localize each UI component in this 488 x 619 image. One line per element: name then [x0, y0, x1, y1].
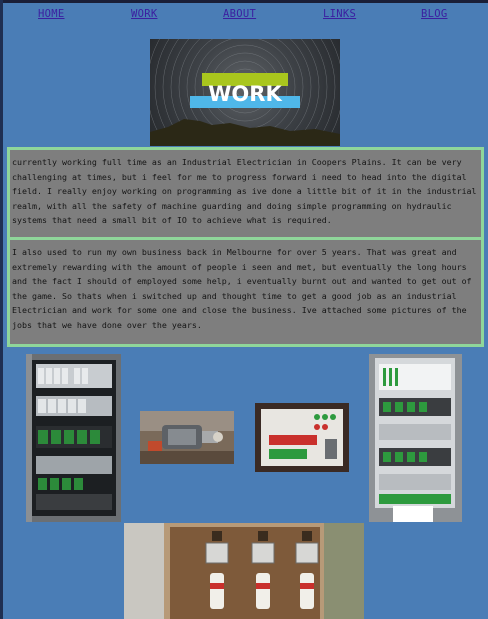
history-panel: I also used to run my own business back … [7, 237, 484, 347]
nav-links-link[interactable]: LINKS [323, 8, 356, 20]
hero-title: WORK [208, 82, 282, 106]
history-paragraph: I also used to run my own business back … [12, 247, 472, 330]
nav-blog-link[interactable]: BLOG [421, 8, 448, 20]
hero-hill-silhouette [150, 119, 340, 146]
intro-paragraph: currently working full time as an Indust… [12, 157, 477, 226]
photo-io-terminal-cabinet [369, 354, 462, 522]
intro-panel: currently working full time as an Indust… [7, 147, 484, 240]
star-trail-graphic: WORK [150, 39, 340, 146]
window-left-edge [0, 0, 3, 619]
nav-about-link[interactable]: ABOUT [223, 8, 256, 20]
work-hero-image: WORK [150, 39, 340, 146]
photo-control-panel-indicators [255, 403, 349, 472]
photo-fuse-switchboard [124, 523, 364, 619]
window-top-edge [0, 0, 488, 3]
photo-plc-control-cabinet [26, 354, 121, 522]
main-nav: HOME WORK ABOUT LINKS BLOG [0, 8, 488, 22]
nav-home-link[interactable]: HOME [38, 8, 65, 20]
nav-work-link[interactable]: WORK [131, 8, 158, 20]
photo-motor-assembly [140, 411, 234, 464]
